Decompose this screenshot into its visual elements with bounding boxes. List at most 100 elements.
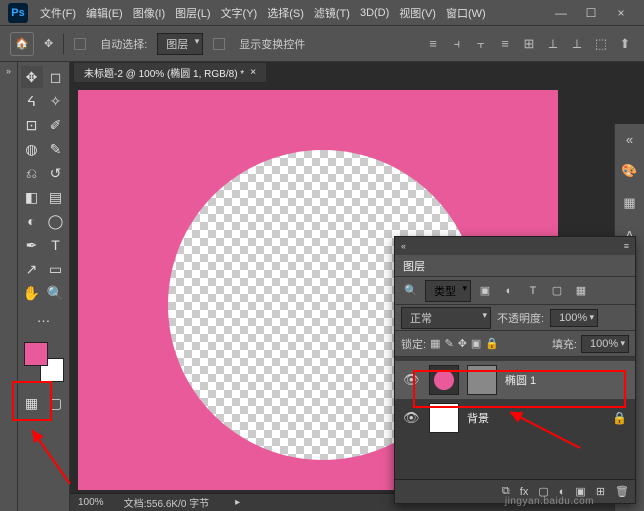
minimize-button[interactable]: — bbox=[546, 1, 576, 25]
marquee-tool[interactable]: ◻ bbox=[45, 66, 67, 88]
align-icon-6[interactable]: ⟂ bbox=[544, 35, 562, 53]
type-tool[interactable]: T bbox=[45, 234, 67, 256]
pen-tool[interactable]: ✒ bbox=[21, 234, 43, 256]
screenmode-tool[interactable]: ▢ bbox=[45, 392, 67, 414]
hand-tool[interactable]: ✋ bbox=[21, 282, 43, 304]
filter-adjust-icon[interactable]: ◐ bbox=[499, 283, 519, 299]
delete-layer-icon[interactable]: 🗑 bbox=[615, 485, 629, 498]
lock-all-icon[interactable]: 🔒 bbox=[485, 337, 499, 350]
align-icon-4[interactable]: ≡ bbox=[496, 35, 514, 53]
window-controls: — ☐ × bbox=[546, 1, 636, 25]
lock-row: 锁定: ▦ ✎ ✥ ▣ 🔒 填充: 100% bbox=[395, 331, 635, 357]
home-button[interactable]: 🏠 bbox=[10, 32, 34, 56]
zoom-level[interactable]: 100% bbox=[78, 497, 104, 508]
layers-tab[interactable]: 图层 bbox=[403, 258, 425, 274]
share-icon[interactable]: ⬆ bbox=[616, 35, 634, 53]
show-transform-checkbox[interactable] bbox=[213, 38, 225, 50]
move-tool[interactable]: ✥ bbox=[21, 66, 43, 88]
gradient-tool[interactable]: ▤ bbox=[45, 186, 67, 208]
extra-tool[interactable]: … bbox=[33, 306, 55, 328]
menu-image[interactable]: 图像(I) bbox=[129, 3, 169, 23]
align-icon-3[interactable]: ⫟ bbox=[472, 35, 490, 53]
layer-thumb[interactable] bbox=[429, 403, 459, 433]
doc-info[interactable]: 文档:556.6K/0 字节 bbox=[124, 495, 210, 510]
lock-transparency-icon[interactable]: ▦ bbox=[430, 337, 440, 350]
zoom-tool[interactable]: 🔍 bbox=[45, 282, 67, 304]
stamp-tool[interactable]: ⎌ bbox=[21, 162, 43, 184]
heal-tool[interactable]: ◍ bbox=[21, 138, 43, 160]
align-icon-1[interactable]: ≡ bbox=[424, 35, 442, 53]
align-icon-2[interactable]: ⫞ bbox=[448, 35, 466, 53]
lock-position-icon[interactable]: ✥ bbox=[458, 337, 467, 350]
menu-edit[interactable]: 编辑(E) bbox=[82, 3, 127, 23]
layer-name[interactable]: 背景 bbox=[467, 410, 489, 426]
opacity-input[interactable]: 100% bbox=[550, 309, 598, 327]
eyedropper-tool[interactable]: ✐ bbox=[45, 114, 67, 136]
dodge-tool[interactable]: ◯ bbox=[45, 210, 67, 232]
tab-close-icon[interactable]: × bbox=[250, 67, 256, 78]
visibility-toggle[interactable]: 👁 bbox=[403, 372, 421, 388]
blur-tool[interactable]: ◐ bbox=[21, 210, 43, 232]
show-transform-label: 显示变换控件 bbox=[239, 36, 305, 52]
filter-pixel-icon[interactable]: ▣ bbox=[475, 283, 495, 299]
panel-header[interactable]: « ≡ bbox=[395, 237, 635, 255]
filter-type-icon[interactable]: T bbox=[523, 283, 543, 299]
shape-tool[interactable]: ▭ bbox=[45, 258, 67, 280]
auto-select-checkbox[interactable] bbox=[74, 38, 86, 50]
filter-shape-icon[interactable]: ▢ bbox=[547, 283, 567, 299]
filter-type-dropdown[interactable]: 类型 bbox=[425, 280, 471, 302]
foreground-color-swatch[interactable] bbox=[24, 342, 48, 366]
crop-tool[interactable]: ⊡ bbox=[21, 114, 43, 136]
blend-mode-dropdown[interactable]: 正常 bbox=[401, 307, 491, 329]
layer-item-background[interactable]: 👁 背景 🔒 bbox=[395, 399, 635, 437]
lock-pixels-icon[interactable]: ✎ bbox=[444, 337, 453, 350]
layer-thumb[interactable] bbox=[429, 365, 459, 395]
align-icon-7[interactable]: ⟂ bbox=[568, 35, 586, 53]
menu-window[interactable]: 窗口(W) bbox=[442, 3, 490, 23]
layer-mask-thumb[interactable] bbox=[467, 365, 497, 395]
rail-collapse-icon[interactable]: « bbox=[619, 128, 641, 150]
brush-tool[interactable]: ✎ bbox=[45, 138, 67, 160]
close-button[interactable]: × bbox=[606, 1, 636, 25]
watermark: jingyan.baidu.com bbox=[505, 496, 594, 507]
collapse-left-icon[interactable]: « bbox=[401, 241, 406, 251]
app-logo: Ps bbox=[8, 3, 28, 23]
fill-input[interactable]: 100% bbox=[581, 335, 629, 353]
menu-filter[interactable]: 滤镜(T) bbox=[310, 3, 354, 23]
lock-icon: 🔒 bbox=[612, 411, 627, 425]
menu-3d[interactable]: 3D(D) bbox=[356, 5, 393, 21]
toolbox: ✥◻ ᔦ✧ ⊡✐ ◍✎ ⎌↺ ◧▤ ◐◯ ✒T ↗▭ ✋🔍 … ▦▢ bbox=[18, 62, 70, 511]
menu-type[interactable]: 文字(Y) bbox=[217, 3, 262, 23]
lock-artboard-icon[interactable]: ▣ bbox=[471, 337, 481, 350]
new-layer-icon[interactable]: ⊞ bbox=[596, 485, 605, 498]
maximize-button[interactable]: ☐ bbox=[576, 1, 606, 25]
menu-file[interactable]: 文件(F) bbox=[36, 3, 80, 23]
document-tab[interactable]: 未标题-2 @ 100% (椭圆 1, RGB/8) * × bbox=[74, 63, 266, 82]
eraser-tool[interactable]: ◧ bbox=[21, 186, 43, 208]
layer-name[interactable]: 椭圆 1 bbox=[505, 372, 536, 388]
menu-view[interactable]: 视图(V) bbox=[395, 3, 440, 23]
titlebar: Ps 文件(F) 编辑(E) 图像(I) 图层(L) 文字(Y) 选择(S) 滤… bbox=[0, 0, 644, 26]
wand-tool[interactable]: ✧ bbox=[45, 90, 67, 112]
info-chevron-icon[interactable]: ▸ bbox=[235, 497, 240, 508]
lasso-tool[interactable]: ᔦ bbox=[21, 90, 43, 112]
align-icon-5[interactable]: ⊞ bbox=[520, 35, 538, 53]
quickmask-tool[interactable]: ▦ bbox=[21, 392, 43, 414]
visibility-toggle[interactable]: 👁 bbox=[403, 410, 421, 426]
menu-layer[interactable]: 图层(L) bbox=[171, 3, 214, 23]
color-panel-icon[interactable]: 🎨 bbox=[619, 160, 641, 182]
menu-select[interactable]: 选择(S) bbox=[263, 3, 308, 23]
auto-select-target-dropdown[interactable]: 图层 bbox=[157, 33, 203, 55]
3d-mode-icon[interactable]: ⬚ bbox=[592, 35, 610, 53]
panel-menu-icon[interactable]: ≡ bbox=[624, 241, 629, 251]
panel-tab-bar: 图层 bbox=[395, 255, 635, 277]
app-root: Ps 文件(F) 编辑(E) 图像(I) 图层(L) 文字(Y) 选择(S) 滤… bbox=[0, 0, 644, 511]
layer-item-ellipse[interactable]: 👁 椭圆 1 bbox=[395, 361, 635, 399]
layers-panel: « ≡ 图层 🔍 类型 ▣ ◐ T ▢ ▦ 正常 不透明度: 100% 锁定: … bbox=[394, 236, 636, 504]
left-collapse-bar[interactable]: » bbox=[0, 62, 18, 511]
history-brush-tool[interactable]: ↺ bbox=[45, 162, 67, 184]
filter-smart-icon[interactable]: ▦ bbox=[571, 283, 591, 299]
path-select-tool[interactable]: ↗ bbox=[21, 258, 43, 280]
search-icon[interactable]: 🔍 bbox=[401, 283, 421, 299]
swatches-panel-icon[interactable]: ▦ bbox=[619, 192, 641, 214]
